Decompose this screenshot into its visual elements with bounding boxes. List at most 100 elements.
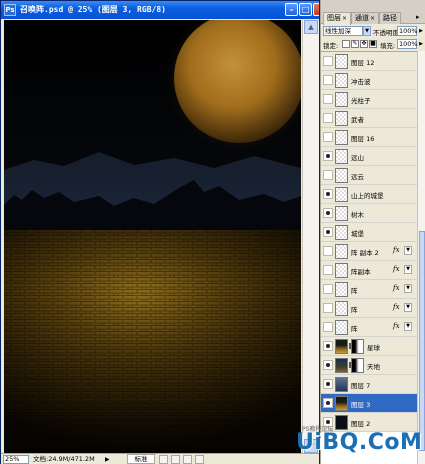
- layer-name: 城堡: [351, 230, 364, 238]
- visibility-eye-icon[interactable]: [323, 322, 333, 332]
- layer-row[interactable]: 阵 fx ▼: [321, 280, 417, 299]
- close-button[interactable]: [313, 3, 319, 16]
- visibility-eye-icon[interactable]: [323, 398, 333, 408]
- layer-effects-icon[interactable]: fx: [393, 246, 400, 254]
- visibility-eye-icon[interactable]: [323, 341, 333, 351]
- layer-row[interactable]: 图层 12: [321, 52, 417, 71]
- layer-thumbnail: [335, 339, 348, 354]
- close-tab-icon[interactable]: ×: [342, 15, 347, 22]
- layer-thumbnail: [335, 187, 348, 202]
- layer-name: 冲击波: [351, 78, 371, 86]
- layer-row[interactable]: 冲击波: [321, 71, 417, 90]
- effects-expand-icon[interactable]: ▼: [404, 284, 412, 293]
- minimize-button[interactable]: –: [285, 3, 298, 16]
- close-tab-icon[interactable]: ×: [370, 15, 375, 22]
- lock-transparency-checkbox[interactable]: [342, 40, 350, 48]
- layer-row[interactable]: 阵 副本 2 fx ▼: [321, 242, 417, 261]
- visibility-eye-icon[interactable]: [323, 246, 333, 256]
- photoshop-document-icon: Ps: [4, 4, 16, 16]
- scroll-down-arrow-icon[interactable]: ▼: [304, 439, 318, 453]
- layer-row[interactable]: 阵 fx ▼: [321, 318, 417, 337]
- layer-row[interactable]: 武者: [321, 109, 417, 128]
- visibility-eye-icon[interactable]: [323, 208, 333, 218]
- visibility-eye-icon[interactable]: [323, 417, 333, 427]
- layer-row[interactable]: 阵 fx ▼: [321, 299, 417, 318]
- layer-row[interactable]: 树木: [321, 204, 417, 223]
- fill-field[interactable]: 100%: [397, 39, 418, 49]
- layer-thumbnail: [335, 73, 348, 88]
- effects-expand-icon[interactable]: ▼: [404, 246, 412, 255]
- scroll-up-arrow-icon[interactable]: ▲: [304, 20, 318, 34]
- screen-mode-icon[interactable]: [171, 455, 180, 464]
- image-canvas[interactable]: [4, 20, 301, 453]
- status-menu-arrow-icon[interactable]: ▶: [105, 456, 110, 463]
- layer-row[interactable]: 图层 2: [321, 413, 417, 432]
- layer-row[interactable]: 图层 16: [321, 128, 417, 147]
- layer-row[interactable]: 光柱子: [321, 90, 417, 109]
- layer-row[interactable]: 城堡: [321, 223, 417, 242]
- blend-mode-select[interactable]: 线性加深: [323, 26, 363, 36]
- tab-paths[interactable]: 路径: [379, 12, 401, 24]
- visibility-eye-icon[interactable]: [323, 284, 333, 294]
- layer-name: 树木: [351, 211, 364, 219]
- tab-label: 图层: [327, 14, 341, 22]
- layer-name: 阵: [351, 306, 358, 314]
- opacity-field[interactable]: 100%: [397, 26, 418, 36]
- layer-thumbnail: [335, 168, 348, 183]
- quickmask-tool-icon[interactable]: [159, 455, 168, 464]
- layer-row[interactable]: 图层 7: [321, 375, 417, 394]
- lock-move-icon[interactable]: ✥: [360, 40, 368, 48]
- visibility-eye-icon[interactable]: [323, 227, 333, 237]
- fill-slider-arrow-icon[interactable]: ▶: [418, 39, 424, 49]
- layer-thumbnail: [335, 206, 348, 221]
- visibility-eye-icon[interactable]: [323, 265, 333, 275]
- chevron-down-icon[interactable]: ▼: [363, 26, 371, 36]
- layer-row[interactable]: 远云: [321, 166, 417, 185]
- layer-row[interactable]: 阵副本 fx ▼: [321, 261, 417, 280]
- layer-row[interactable]: 山上的城堡: [321, 185, 417, 204]
- visibility-eye-icon[interactable]: [323, 170, 333, 180]
- layer-effects-icon[interactable]: fx: [393, 284, 400, 292]
- visibility-eye-icon[interactable]: [323, 94, 333, 104]
- maximize-button[interactable]: □: [299, 3, 312, 16]
- opacity-slider-arrow-icon[interactable]: ▶: [418, 26, 424, 36]
- lock-paint-brush-icon[interactable]: ✎: [351, 40, 359, 48]
- layer-effects-icon[interactable]: fx: [393, 303, 400, 311]
- fullscreen-icon[interactable]: [183, 455, 192, 464]
- tab-layers[interactable]: 图层×: [323, 12, 352, 25]
- visibility-eye-icon[interactable]: [323, 113, 333, 123]
- vertical-scrollbar[interactable]: ▲ ▼: [302, 20, 319, 453]
- layer-row[interactable]: 天地: [321, 356, 417, 375]
- visibility-eye-icon[interactable]: [323, 56, 333, 66]
- visibility-eye-icon[interactable]: [323, 189, 333, 199]
- visibility-eye-icon[interactable]: [323, 379, 333, 389]
- lock-all-icon[interactable]: ■: [369, 40, 377, 48]
- visibility-eye-icon[interactable]: [323, 151, 333, 161]
- layers-scrollbar[interactable]: [417, 51, 425, 464]
- effects-expand-icon[interactable]: ▼: [404, 303, 412, 312]
- layer-thumbnail: [335, 377, 348, 392]
- layer-row[interactable]: 远山: [321, 147, 417, 166]
- visibility-eye-icon[interactable]: [323, 132, 333, 142]
- effects-expand-icon[interactable]: ▼: [404, 265, 412, 274]
- effects-expand-icon[interactable]: ▼: [404, 322, 412, 331]
- layer-effects-icon[interactable]: fx: [393, 322, 400, 330]
- screen-mode-label[interactable]: 标准: [127, 454, 155, 464]
- canvas-artwork: [4, 20, 301, 453]
- visibility-eye-icon[interactable]: [323, 360, 333, 370]
- visibility-eye-icon[interactable]: [323, 303, 333, 313]
- scroll-thumb[interactable]: [419, 231, 425, 451]
- zoom-field[interactable]: 25%: [3, 455, 29, 464]
- document-titlebar[interactable]: Ps 召唤阵.psd @ 25% (图层 3, RGB/8) – □: [1, 1, 319, 19]
- layer-effects-icon[interactable]: fx: [393, 265, 400, 273]
- layer-mask-thumbnail[interactable]: [351, 339, 364, 354]
- layer-thumbnail: [335, 301, 348, 316]
- tab-channels[interactable]: 通道×: [351, 12, 380, 24]
- layer-name: 星球: [367, 344, 380, 352]
- visibility-eye-icon[interactable]: [323, 75, 333, 85]
- layer-mask-thumbnail[interactable]: [351, 358, 364, 373]
- layer-row[interactable]: 图层 3: [321, 394, 417, 413]
- jump-to-imageready-icon[interactable]: [195, 455, 204, 464]
- panel-menu-icon[interactable]: ▸: [416, 13, 424, 21]
- layer-row[interactable]: 星球: [321, 337, 417, 356]
